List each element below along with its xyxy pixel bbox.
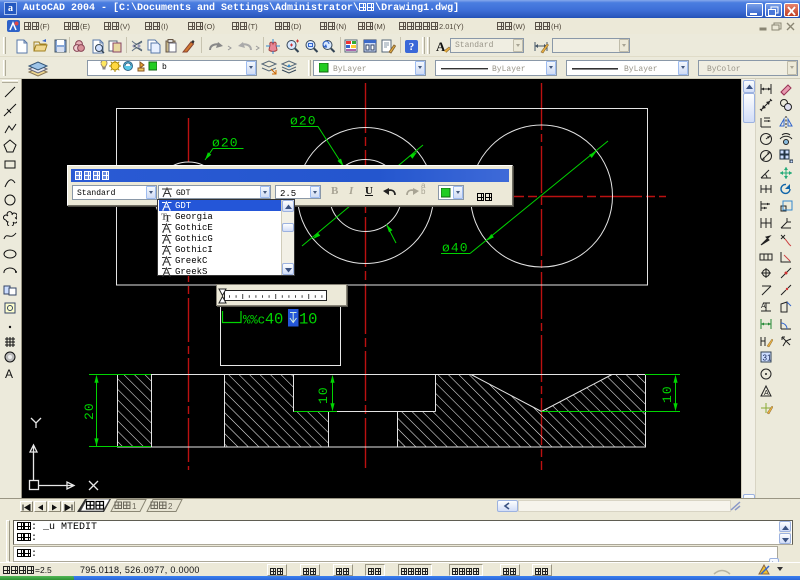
svg-text:?: ?	[409, 41, 415, 53]
svg-text:%%c40: %%c40	[243, 311, 283, 329]
svg-text:A: A	[761, 303, 766, 310]
svg-text:20: 20	[82, 402, 97, 420]
svg-text:ø40: ø40	[442, 241, 469, 256]
svg-text:ø20: ø20	[290, 114, 317, 129]
svg-text:1: 1	[132, 502, 137, 511]
svg-text:10: 10	[316, 386, 331, 404]
svg-text:2: 2	[168, 502, 173, 511]
svg-text:10: 10	[299, 311, 317, 329]
svg-text:31: 31	[762, 354, 771, 363]
svg-text:ø20: ø20	[212, 136, 239, 151]
svg-text:10: 10	[660, 385, 675, 403]
svg-text:A: A	[436, 39, 446, 54]
svg-text:A: A	[5, 367, 13, 381]
svg-text:A: A	[764, 390, 769, 397]
svg-text:T: T	[165, 213, 171, 222]
